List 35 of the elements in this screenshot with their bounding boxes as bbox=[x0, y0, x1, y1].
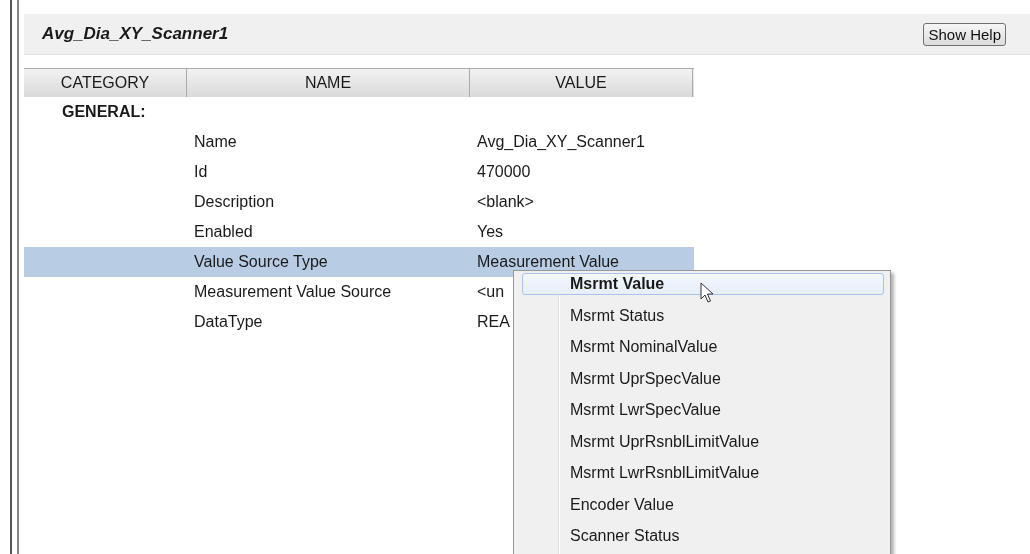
property-name: Measurement Value Source bbox=[194, 283, 393, 301]
property-name: Id bbox=[194, 163, 209, 181]
property-name: Name bbox=[194, 133, 238, 151]
property-value: Yes bbox=[477, 223, 504, 241]
property-row[interactable]: Description <blank> bbox=[24, 187, 694, 217]
property-name: DataType bbox=[194, 313, 264, 331]
menu-item[interactable]: Msrmt LwrRsnblLimitValue bbox=[522, 462, 884, 484]
menu-item[interactable]: Msrmt Value bbox=[522, 273, 884, 295]
menu-item[interactable]: Msrmt UprSpecValue bbox=[522, 367, 884, 390]
property-row[interactable]: Id 470000 bbox=[24, 157, 694, 187]
property-row[interactable]: Value Source Type Measurement Value bbox=[24, 247, 694, 277]
property-value: Measurement Value bbox=[477, 253, 619, 271]
property-name: Value Source Type bbox=[194, 253, 329, 271]
property-value: <blank> bbox=[477, 193, 534, 211]
menu-item[interactable]: Scanner Status bbox=[522, 525, 884, 547]
property-value: Avg_Dia_XY_Scanner1 bbox=[477, 133, 645, 151]
object-title: Avg_Dia_XY_Scanner1 bbox=[42, 24, 229, 44]
cursor-icon bbox=[700, 282, 714, 304]
menu-item[interactable]: Msrmt UprRsnblLimitValue bbox=[522, 430, 884, 453]
property-name: Description bbox=[194, 193, 276, 211]
menu-item[interactable]: Encoder Value bbox=[522, 493, 884, 516]
column-header[interactable]: NAME bbox=[187, 69, 470, 97]
column-header[interactable]: VALUE bbox=[470, 69, 693, 97]
menu-item[interactable]: Msrmt Status bbox=[522, 304, 884, 327]
category-label: GENERAL: bbox=[61, 102, 146, 122]
column-header[interactable]: CATEGORY bbox=[24, 69, 187, 97]
show-help-button[interactable]: Show Help bbox=[923, 22, 1006, 46]
property-value: 470000 bbox=[477, 163, 531, 181]
property-name: Enabled bbox=[194, 223, 254, 241]
property-value: REA bbox=[477, 313, 510, 331]
menu-item[interactable]: Msrmt NominalValue bbox=[522, 336, 884, 358]
property-row[interactable]: Enabled Yes bbox=[24, 217, 694, 247]
property-value: <un bbox=[477, 283, 505, 301]
property-row[interactable]: Name Avg_Dia_XY_Scanner1 bbox=[24, 127, 694, 157]
menu-item[interactable]: Msrmt LwrSpecValue bbox=[522, 399, 884, 421]
